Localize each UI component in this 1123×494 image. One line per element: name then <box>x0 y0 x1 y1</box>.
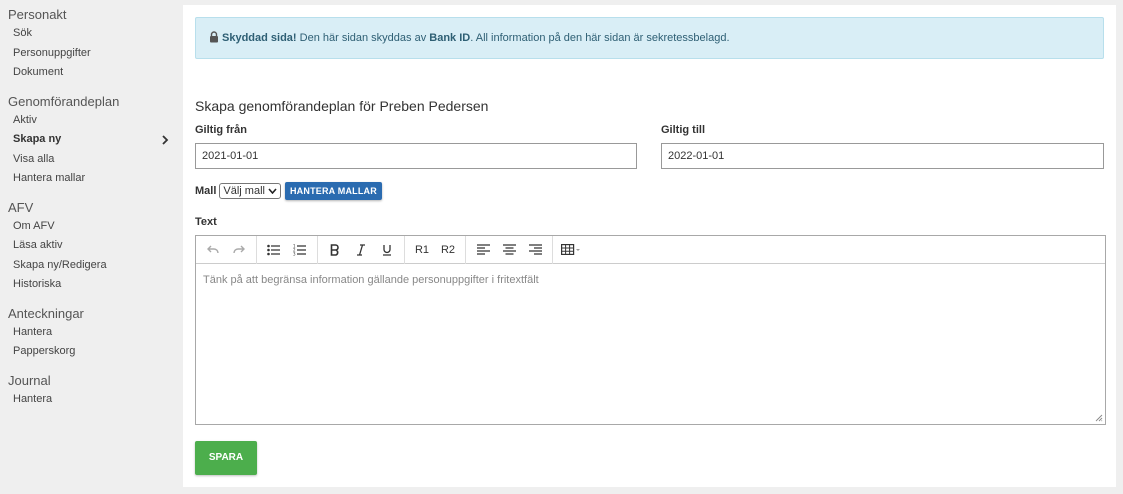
nav-heading-afv: AFV <box>8 199 34 215</box>
nav-section-journal: Journal Hantera <box>0 371 183 410</box>
heading-r2-button[interactable]: R2 <box>435 239 461 261</box>
chevron-right-icon <box>162 135 169 145</box>
toolbar-group-align <box>466 235 553 264</box>
toolbar-group-headings: R1 R2 <box>405 235 466 264</box>
nav-section-genomforandeplan: Genomförandeplan Aktiv Skapa ny Visa all… <box>0 92 183 189</box>
valid-from-input[interactable] <box>195 143 637 169</box>
sidebar-item-hantera-journal[interactable]: Hantera <box>0 390 183 410</box>
nav-section-personakt: Personakt Sök Personuppgifter Dokument <box>0 5 183 83</box>
underline-button[interactable] <box>374 239 400 261</box>
align-center-button[interactable] <box>496 239 522 261</box>
sidebar-item-om-afv[interactable]: Om AFV <box>0 217 183 237</box>
save-button[interactable]: SPARA <box>195 441 257 475</box>
text-label: Text <box>195 216 217 228</box>
nav-heading-genomforandeplan: Genomförandeplan <box>8 93 120 109</box>
template-select[interactable]: Välj mall <box>219 183 281 199</box>
editor-placeholder: Tänk på att begränsa information gälland… <box>203 274 539 286</box>
redo-button[interactable] <box>226 239 252 261</box>
heading-r1-button[interactable]: R1 <box>409 239 435 261</box>
editor-text-area[interactable]: Tänk på att begränsa information gälland… <box>196 264 1105 424</box>
numbered-list-button[interactable]: 123 <box>287 239 313 261</box>
underline-icon <box>383 244 391 256</box>
toolbar-group-lists: 123 <box>257 235 318 264</box>
valid-from-label: Giltig från <box>195 124 247 136</box>
alert-bank-id: Bank ID <box>429 32 471 44</box>
sidebar-item-hantera-mallar[interactable]: Hantera mallar <box>0 169 183 189</box>
sidebar-item-dokument[interactable]: Dokument <box>0 63 183 83</box>
page-title: Skapa genomförandeplan för Preben Peders… <box>195 98 489 114</box>
italic-button[interactable] <box>348 239 374 261</box>
svg-text:3: 3 <box>293 251 296 256</box>
valid-to-input[interactable] <box>661 143 1104 169</box>
resize-handle-icon[interactable] <box>1095 414 1103 422</box>
nav-section-anteckningar: Anteckningar Hantera Papperskorg <box>0 304 183 362</box>
main-panel: Skyddad sida! Den här sidan skyddas av B… <box>183 5 1116 487</box>
bullet-list-button[interactable] <box>261 239 287 261</box>
manage-templates-button[interactable]: HANTERA MALLAR <box>284 182 382 200</box>
numbered-list-icon: 123 <box>293 244 306 256</box>
undo-button[interactable] <box>200 239 226 261</box>
alert-text-after: . All information på den här sidan är se… <box>470 32 730 44</box>
sidebar-item-papperskorg[interactable]: Papperskorg <box>0 342 183 362</box>
italic-icon <box>357 243 365 256</box>
toolbar-group-format <box>318 235 405 264</box>
align-left-button[interactable] <box>470 239 496 261</box>
chevron-down-icon <box>268 188 277 194</box>
template-row: Mall Välj mall HANTERA MALLAR <box>195 182 382 200</box>
toolbar-group-history <box>196 235 257 264</box>
nav-heading-personakt: Personakt <box>8 7 67 22</box>
alert-text-before: Den här sidan skyddas av <box>296 32 430 44</box>
sidebar-item-sok[interactable]: Sök <box>0 24 183 44</box>
sidebar-item-label: Skapa ny <box>13 133 62 145</box>
sidebar-item-historiska[interactable]: Historiska <box>0 275 183 295</box>
sidebar-item-personuppgifter[interactable]: Personuppgifter <box>0 44 183 64</box>
security-alert: Skyddad sida! Den här sidan skyddas av B… <box>195 17 1104 59</box>
editor-toolbar: 123 R1 R2 <box>196 235 1105 264</box>
nav-heading-anteckningar: Anteckningar <box>8 305 84 321</box>
alert-title: Skyddad sida! <box>222 32 297 44</box>
template-select-value: Välj mall <box>223 185 265 197</box>
align-right-button[interactable] <box>522 239 548 261</box>
valid-to-label: Giltig till <box>661 124 705 136</box>
sidebar-item-visa-alla[interactable]: Visa alla <box>0 150 183 170</box>
sidebar-item-aktiv[interactable]: Aktiv <box>0 111 183 131</box>
nav-section-afv: AFV Om AFV Läsa aktiv Skapa ny/Redigera … <box>0 198 183 295</box>
align-right-icon <box>528 244 542 255</box>
table-button[interactable] <box>557 239 585 261</box>
undo-icon <box>207 245 219 253</box>
bold-button[interactable] <box>322 239 348 261</box>
sidebar-item-skapa-ny[interactable]: Skapa ny <box>0 130 183 150</box>
template-label: Mall <box>195 185 217 197</box>
rich-text-editor: 123 R1 R2 Tänk på att begränsa informati… <box>195 235 1106 425</box>
sidebar-item-hantera-anteckningar[interactable]: Hantera <box>0 323 183 343</box>
nav-heading-journal: Journal <box>8 372 51 388</box>
align-center-icon <box>502 244 516 255</box>
align-left-icon <box>476 244 490 255</box>
table-icon <box>561 244 580 255</box>
sidebar-item-lasa-aktiv[interactable]: Läsa aktiv <box>0 236 183 256</box>
lock-icon <box>210 31 218 43</box>
toolbar-group-table <box>553 236 589 264</box>
sidebar-item-skapa-ny-redigera[interactable]: Skapa ny/Redigera <box>0 256 183 276</box>
bold-icon <box>330 243 339 256</box>
sidebar: Personakt Sök Personuppgifter Dokument G… <box>0 0 183 494</box>
redo-icon <box>233 245 245 253</box>
bullet-list-icon <box>267 244 280 255</box>
